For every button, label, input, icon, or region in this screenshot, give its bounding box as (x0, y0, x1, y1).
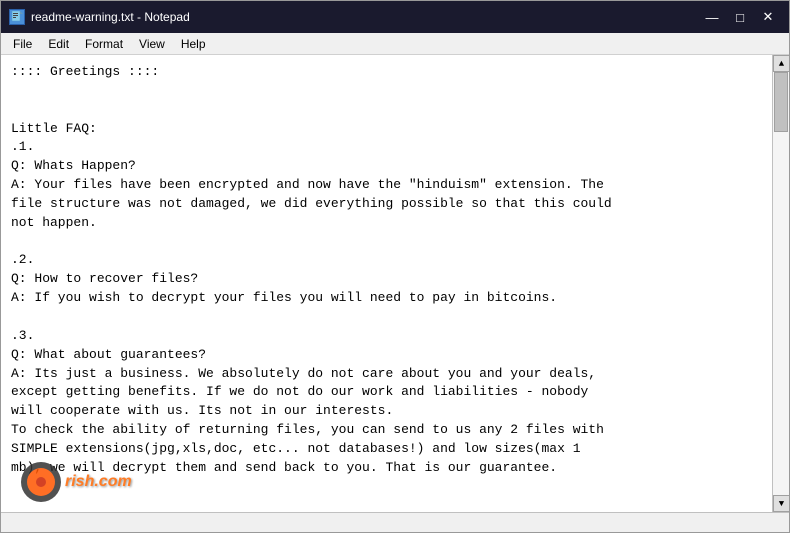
menu-view[interactable]: View (131, 34, 173, 54)
watermark-inner-circle (27, 468, 55, 496)
watermark-text: rish.com (65, 473, 132, 491)
menu-edit[interactable]: Edit (40, 34, 77, 54)
title-bar-left: readme-warning.txt - Notepad (9, 9, 190, 25)
maximize-button[interactable]: □ (727, 7, 753, 27)
text-editor[interactable]: :::: Greetings :::: Little FAQ: .1. Q: W… (1, 55, 772, 512)
window-title: readme-warning.txt - Notepad (31, 10, 190, 24)
watermark-logo (21, 462, 61, 502)
status-bar (1, 512, 789, 532)
notepad-window: readme-warning.txt - Notepad — □ ✕ File … (0, 0, 790, 533)
title-bar: readme-warning.txt - Notepad — □ ✕ (1, 1, 789, 33)
content-area: :::: Greetings :::: Little FAQ: .1. Q: W… (1, 55, 789, 512)
app-icon (9, 9, 25, 25)
scrollbar: ▲ ▼ (772, 55, 789, 512)
menu-help[interactable]: Help (173, 34, 214, 54)
close-button[interactable]: ✕ (755, 7, 781, 27)
menu-format[interactable]: Format (77, 34, 131, 54)
window-controls: — □ ✕ (699, 7, 781, 27)
scroll-down-button[interactable]: ▼ (773, 495, 789, 512)
watermark: rish.com (21, 462, 132, 502)
minimize-button[interactable]: — (699, 7, 725, 27)
scroll-track[interactable] (773, 72, 789, 495)
scroll-up-button[interactable]: ▲ (773, 55, 789, 72)
watermark-dot (36, 477, 46, 487)
menu-bar: File Edit Format View Help (1, 33, 789, 55)
watermark-outer-circle (21, 462, 61, 502)
scroll-thumb[interactable] (774, 72, 788, 132)
menu-file[interactable]: File (5, 34, 40, 54)
